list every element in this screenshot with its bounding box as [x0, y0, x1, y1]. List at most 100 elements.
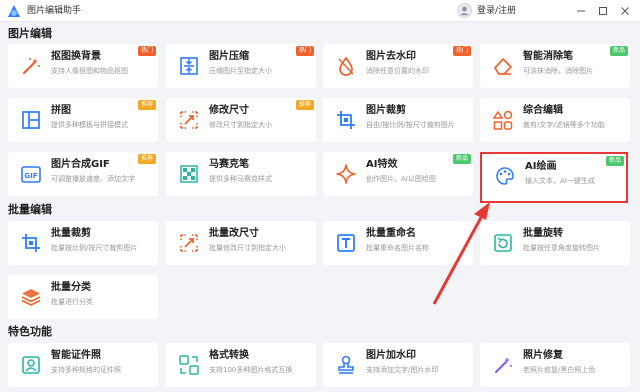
- card-desc: 批量进行分类: [51, 298, 93, 306]
- card-image-compress[interactable]: 图片压缩 压缩图片至指定大小 热门: [166, 44, 316, 88]
- card-collage[interactable]: 拼图 提供多种模板与拼接模式 推荐: [8, 98, 158, 142]
- card-title: 拼图: [51, 105, 71, 116]
- card-comprehensive-edit[interactable]: 综合编辑 裁剪/文字/滤镜等多个功能: [480, 98, 630, 142]
- resize-icon: [180, 111, 198, 129]
- card-id-photo[interactable]: 智能证件照 支持多种规格的证件照: [8, 343, 158, 387]
- user-avatar-icon[interactable]: [457, 3, 472, 18]
- palette-icon: [496, 167, 514, 185]
- card-title: 照片修复: [523, 350, 563, 361]
- card-desc: 可调整播放速度、添加文字: [51, 175, 135, 183]
- section-title-batch: 批量编辑: [8, 203, 52, 216]
- card-ai-effects[interactable]: AI特效 创作图片，AI以图绘图 新品: [323, 152, 473, 196]
- card-ai-painting[interactable]: AI绘画 输入文本，AI一键生成 新品: [482, 154, 626, 201]
- card-desc: 批量重命名图片名称: [366, 244, 429, 252]
- compress-icon: [180, 57, 198, 75]
- card-desc: 批量修改尺寸到指定大小: [209, 244, 286, 252]
- recommend-badge: 推荐: [137, 100, 156, 110]
- app-logo-icon: [8, 5, 20, 17]
- card-title: 批量分类: [51, 282, 91, 293]
- magic-wand-icon: [22, 58, 40, 75]
- card-desc: 自由/按比例/按尺寸裁剪图片: [366, 121, 455, 129]
- card-batch-crop[interactable]: 批量裁剪 批量按比例/按尺寸裁剪图片: [8, 221, 158, 265]
- section-title-edit: 图片编辑: [8, 27, 52, 40]
- card-batch-classify[interactable]: 批量分类 批量进行分类: [8, 275, 158, 319]
- card-title: 抠图换背景: [51, 51, 101, 62]
- card-crop[interactable]: 图片裁剪 自由/按比例/按尺寸裁剪图片: [323, 98, 473, 142]
- card-desc: 支持添加文字/图片水印: [366, 366, 439, 374]
- minimize-button[interactable]: [573, 2, 589, 19]
- app-title: 图片编辑助手: [27, 6, 82, 16]
- card-desc: 输入文本，AI一键生成: [525, 177, 595, 185]
- card-title: 批量裁剪: [51, 228, 91, 239]
- card-desc: 裁剪/文字/滤镜等多个功能: [523, 121, 605, 129]
- card-title: AI绘画: [525, 161, 557, 172]
- recommend-badge: 推荐: [295, 100, 314, 110]
- stamp-icon: [338, 355, 354, 374]
- repair-icon: [495, 357, 512, 373]
- card-title: 图片裁剪: [366, 105, 406, 116]
- convert-icon: [179, 355, 199, 375]
- card-desc: 压缩图片至指定大小: [209, 67, 272, 75]
- shapes-icon: [492, 110, 513, 130]
- card-desc: 修改尺寸到指定大小: [209, 121, 272, 129]
- card-desc: 支持100多种图片格式互换: [209, 366, 293, 374]
- card-remove-watermark[interactable]: 图片去水印 消除任意位置的水印 热门: [323, 44, 473, 88]
- card-title: 格式转换: [209, 350, 249, 361]
- card-cutout-background[interactable]: 抠图换背景 支持人像抠图和物品抠图 热门: [8, 44, 158, 88]
- card-batch-rotate[interactable]: 批量旋转 批量按任意角度旋转图片: [480, 221, 630, 265]
- id-photo-icon: [22, 356, 40, 374]
- card-title: 批量旋转: [523, 228, 563, 239]
- layers-icon: [21, 289, 41, 306]
- close-icon: [621, 6, 629, 15]
- card-photo-repair[interactable]: 照片修复 老照片修复/黑白照上色: [480, 343, 630, 387]
- card-title: AI特效: [366, 159, 398, 170]
- card-desc: 消除任意位置的水印: [366, 67, 429, 75]
- close-button[interactable]: [617, 2, 633, 19]
- card-desc: 批量按比例/按尺寸裁剪图片: [51, 244, 138, 252]
- eraser-icon: [494, 58, 512, 75]
- card-resize[interactable]: 修改尺寸 修改尺寸到指定大小 推荐: [166, 98, 316, 142]
- card-title: 图片去水印: [366, 51, 416, 62]
- title-bar: 图片编辑助手 登录/注册: [0, 0, 640, 22]
- card-gif-maker[interactable]: GIF 图片合成GIF 可调整播放速度、添加文字 推荐: [8, 152, 158, 196]
- annotation-arrow-icon: [432, 202, 490, 305]
- login-register-link[interactable]: 登录/注册: [477, 4, 516, 18]
- collage-icon: [22, 111, 40, 129]
- gif-icon: GIF: [21, 166, 41, 183]
- crop-icon: [337, 111, 355, 129]
- new-badge: 新品: [452, 154, 471, 164]
- maximize-icon: [599, 6, 607, 15]
- card-title: 综合编辑: [523, 105, 563, 116]
- hot-badge: 热门: [295, 46, 314, 56]
- card-desc: 老照片修复/黑白照上色: [523, 366, 596, 374]
- sparkle-icon: [336, 164, 356, 184]
- hot-badge: 热门: [137, 46, 156, 56]
- card-title: 批量改尺寸: [209, 228, 259, 239]
- minimize-icon: [577, 10, 585, 11]
- maximize-button[interactable]: [595, 2, 611, 19]
- card-mosaic-pen[interactable]: 马赛克笔 提供多种马赛克样式: [166, 152, 316, 196]
- rename-icon: [337, 234, 355, 252]
- card-smart-eraser[interactable]: 智能消除笔 可涂抹消除，消除图片 新品: [480, 44, 630, 88]
- card-desc: 可涂抹消除，消除图片: [523, 67, 593, 75]
- card-format-convert[interactable]: 格式转换 支持100多种图片格式互换: [166, 343, 316, 387]
- mosaic-icon: [180, 165, 198, 183]
- card-title: 批量重命名: [366, 228, 416, 239]
- section-title-special: 特色功能: [8, 325, 52, 338]
- card-desc: 提供多种马赛克样式: [209, 175, 272, 183]
- new-badge: 新品: [605, 156, 624, 166]
- card-title: 图片压缩: [209, 51, 249, 62]
- card-add-watermark[interactable]: 图片加水印 支持添加文字/图片水印: [323, 343, 473, 387]
- card-title: 图片加水印: [366, 350, 416, 361]
- card-desc: 支持人像抠图和物品抠图: [51, 67, 128, 75]
- recommend-badge: 推荐: [137, 154, 156, 164]
- card-desc: 支持多种规格的证件照: [51, 366, 121, 374]
- new-badge: 新品: [609, 46, 628, 56]
- card-desc: 提供多种模板与拼接模式: [51, 121, 128, 129]
- card-desc: 创作图片，AI以图绘图: [366, 175, 436, 183]
- batch-resize-icon: [180, 234, 198, 252]
- card-batch-resize[interactable]: 批量改尺寸 批量修改尺寸到指定大小: [166, 221, 316, 265]
- card-title: 智能证件照: [51, 350, 101, 361]
- droplet-icon: [338, 56, 354, 76]
- card-desc: 批量按任意角度旋转图片: [523, 244, 600, 252]
